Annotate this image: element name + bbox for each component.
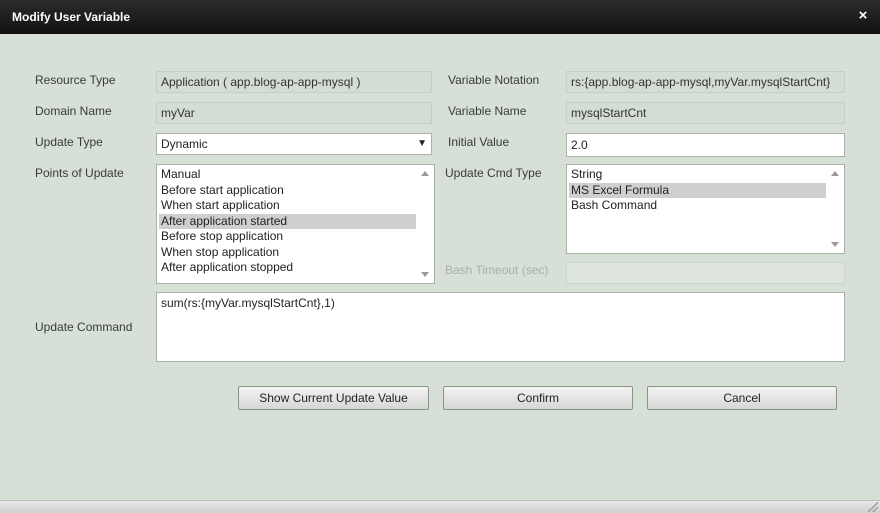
update-type-value: Dynamic (161, 137, 208, 151)
update-command-label: Update Command (35, 320, 133, 334)
list-item[interactable]: Before start application (159, 183, 416, 199)
points-of-update-list[interactable]: Manual Before start application When sta… (156, 164, 435, 284)
bash-timeout-input (566, 262, 845, 284)
confirm-button[interactable]: Confirm (443, 386, 633, 410)
dialog-statusbar (0, 500, 880, 513)
scroll-up-icon[interactable] (831, 171, 839, 176)
close-icon[interactable]: × (856, 8, 870, 24)
initial-value-label: Initial Value (448, 135, 510, 149)
list-item[interactable]: When start application (159, 198, 416, 214)
list-item[interactable]: Manual (159, 167, 416, 183)
scroll-up-icon[interactable] (421, 171, 429, 176)
list-item[interactable]: String (569, 167, 826, 183)
resize-grip-icon[interactable] (868, 502, 878, 512)
update-cmd-type-list[interactable]: String MS Excel Formula Bash Command (566, 164, 845, 254)
update-type-label: Update Type (35, 135, 103, 149)
scroll-down-icon[interactable] (831, 242, 839, 247)
show-current-update-value-button[interactable]: Show Current Update Value (238, 386, 429, 410)
resource-type-field: Application ( app.blog-ap-app-mysql ) (156, 71, 432, 93)
list-item-selected[interactable]: MS Excel Formula (569, 182, 826, 198)
list-item-selected[interactable]: After application started (159, 213, 416, 229)
dialog-titlebar: Modify User Variable × (0, 0, 880, 34)
bash-timeout-label: Bash Timeout (sec) (445, 263, 549, 277)
points-of-update-label: Points of Update (35, 166, 124, 180)
domain-name-label: Domain Name (35, 104, 112, 118)
list-item[interactable]: When stop application (159, 245, 416, 261)
cancel-button[interactable]: Cancel (647, 386, 837, 410)
list-item[interactable]: Bash Command (569, 198, 826, 214)
chevron-down-icon[interactable]: ▼ (417, 134, 427, 154)
variable-name-field: mysqlStartCnt (566, 102, 845, 124)
dialog-title: Modify User Variable (12, 10, 131, 24)
update-cmd-type-label: Update Cmd Type (445, 166, 542, 180)
list-item[interactable]: Before stop application (159, 229, 416, 245)
list-item[interactable]: After application stopped (159, 260, 416, 276)
variable-notation-field: rs:{app.blog-ap-app-mysql,myVar.mysqlSta… (566, 71, 845, 93)
resource-type-label: Resource Type (35, 73, 116, 87)
scroll-down-icon[interactable] (421, 272, 429, 277)
initial-value-input[interactable]: 2.0 (566, 133, 845, 157)
update-type-select[interactable]: Dynamic ▼ (156, 133, 432, 155)
points-of-update-scrollbar[interactable] (418, 165, 434, 283)
domain-name-field: myVar (156, 102, 432, 124)
variable-notation-label: Variable Notation (448, 73, 540, 87)
update-command-textarea[interactable]: sum(rs:{myVar.mysqlStartCnt},1) (156, 292, 845, 362)
variable-name-label: Variable Name (448, 104, 527, 118)
update-cmd-type-scrollbar[interactable] (828, 165, 844, 253)
